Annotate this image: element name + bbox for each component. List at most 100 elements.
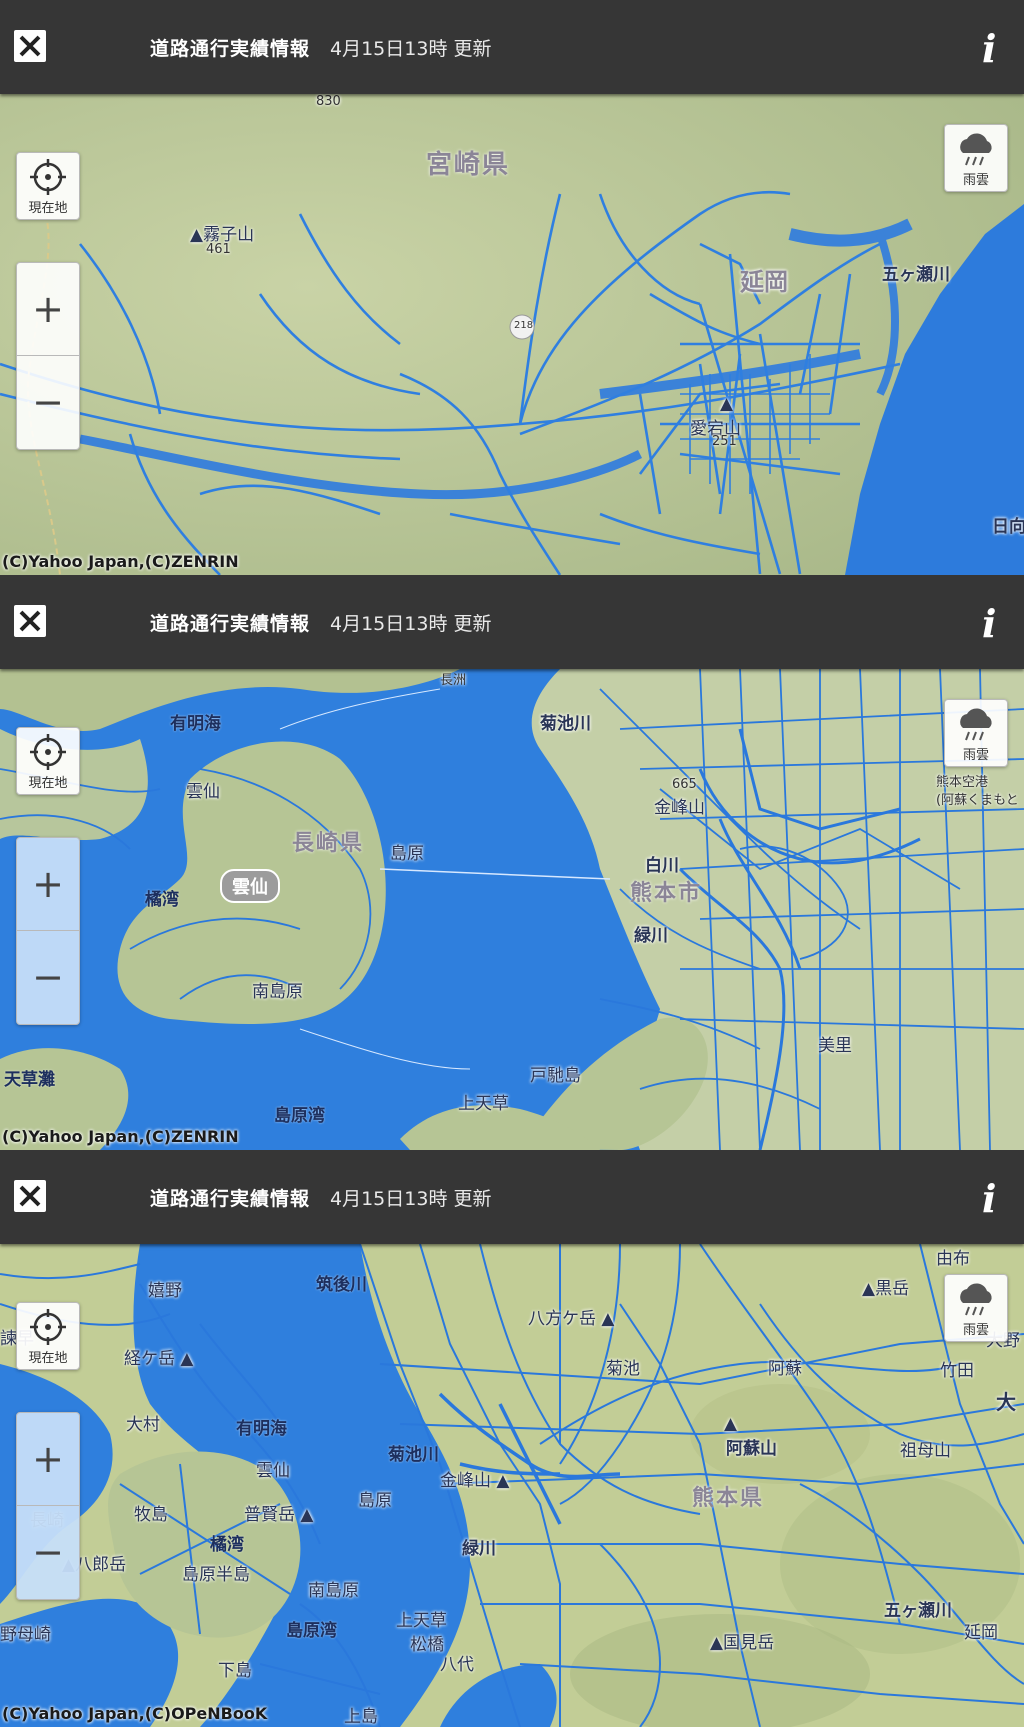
river-label: 白川 — [645, 856, 679, 876]
peak-label: 普賢岳 ▲ — [244, 1505, 314, 1525]
close-icon — [19, 610, 41, 632]
zoom-in-button[interactable]: + — [17, 263, 79, 356]
header-bar: 道路通行実績情報 4月15日13時 更新 i — [0, 575, 1024, 669]
map-panel-1: 道路通行実績情報 4月15日13時 更新 i 宮崎県 ▲霧子山 461 ▲ 愛宕… — [0, 0, 1024, 575]
airport-label: (阿蘇くまもと — [936, 793, 1019, 808]
peak-label: ▲黒岳 — [862, 1279, 910, 1299]
place-label: 南島原 — [308, 1581, 359, 1601]
place-label: 竹田 — [940, 1361, 974, 1381]
current-location-button[interactable]: 現在地 — [16, 1302, 80, 1370]
map-view[interactable]: 宮崎県 ▲霧子山 461 ▲ 愛宕山 251 五ヶ瀬川 延岡 日向 218 83… — [0, 94, 1024, 575]
place-label: 上島 — [344, 1707, 378, 1727]
close-button[interactable] — [14, 1180, 46, 1212]
place-label: 雲仙 — [186, 782, 220, 802]
sea-label: 天草灘 — [4, 1070, 55, 1090]
rain-cloud-icon — [960, 708, 992, 741]
place-label: 雲仙 — [256, 1461, 290, 1481]
rain-cloud-label: 雨雲 — [962, 1323, 989, 1338]
sea-label: 有明海 — [170, 714, 221, 734]
city-label: 熊本市 — [630, 881, 703, 906]
river-label: 五ヶ瀬川 — [882, 265, 950, 285]
place-label: 八代 — [440, 1655, 474, 1675]
peak-elevation: 251 — [712, 434, 737, 449]
sea-label: 島原湾 — [274, 1106, 325, 1126]
zoom-in-button[interactable]: + — [17, 1413, 79, 1506]
crosshair-icon — [30, 734, 66, 770]
sea-label: 島原湾 — [286, 1621, 337, 1641]
current-location-label: 現在地 — [28, 776, 68, 791]
rain-cloud-button[interactable]: 雨雲 — [944, 124, 1008, 192]
map-copyright: (C)Yahoo Japan,(C)ZENRIN — [2, 1127, 239, 1146]
map-view[interactable]: 筑後川 八方ケ岳 ▲ ▲黒岳 由布 嬉野 経ケ岳 ▲ 菊池 阿蘇 竹田 大野 諫… — [0, 1244, 1024, 1727]
river-label: 五ヶ瀬川 — [884, 1601, 952, 1621]
info-icon[interactable]: i — [982, 1176, 996, 1221]
close-button[interactable] — [14, 605, 46, 637]
place-label: 牧島 — [134, 1505, 168, 1525]
peak-label: 経ケ岳 ▲ — [124, 1349, 194, 1369]
map-panel-2: 道路通行実績情報 4月15日13時 更新 i 有明海 菊池川 長洲 雲仙 長崎県… — [0, 575, 1024, 1150]
place-label: 南島原 — [252, 982, 303, 1002]
rain-cloud-icon — [960, 1283, 992, 1316]
rain-cloud-label: 雨雲 — [962, 748, 989, 763]
sea-label: 有明海 — [236, 1419, 287, 1439]
river-label: 筑後川 — [316, 1275, 367, 1295]
place-label: 長洲 — [440, 673, 467, 688]
header-title: 道路通行実績情報 — [150, 613, 311, 635]
place-label: 島原半島 — [182, 1565, 250, 1585]
zoom-out-button[interactable]: − — [17, 356, 79, 448]
peak-elevation: 461 — [206, 242, 231, 257]
close-button[interactable] — [14, 30, 46, 62]
zoom-control: + − — [16, 837, 80, 1025]
zoom-out-button[interactable]: − — [17, 1506, 79, 1598]
pref-label: 宮崎県 — [426, 150, 511, 180]
place-label: 下島 — [218, 1661, 252, 1681]
rain-cloud-button[interactable]: 雨雲 — [944, 1274, 1008, 1342]
place-label: 上天草 — [458, 1094, 509, 1114]
place-label: 上天草 — [396, 1611, 447, 1631]
map-canvas — [0, 94, 1024, 575]
header-title: 道路通行実績情報 — [150, 1188, 311, 1210]
place-label: 延岡 — [740, 268, 788, 296]
map-panel-3: 道路通行実績情報 4月15日13時 更新 i 筑後川 八方ケ岳 ▲ ▲黒岳 由布… — [0, 1150, 1024, 1727]
river-label: 菊池川 — [540, 714, 591, 734]
zoom-control: + − — [16, 262, 80, 450]
place-label: 野母崎 — [0, 1625, 51, 1645]
current-location-button[interactable]: 現在地 — [16, 152, 80, 220]
place-label: 戸馳島 — [530, 1066, 581, 1086]
info-icon[interactable]: i — [982, 601, 996, 646]
zoom-out-button[interactable]: − — [17, 931, 79, 1023]
peak-label: 阿蘇山 — [726, 1439, 777, 1459]
crosshair-icon — [30, 1309, 66, 1345]
place-label: 由布 — [936, 1249, 970, 1269]
zoom-in-button[interactable]: + — [17, 838, 79, 931]
unzen-badge: 雲仙 — [220, 869, 280, 903]
road-number: 830 — [316, 94, 341, 109]
pref-label: 熊本県 — [692, 1486, 765, 1511]
place-label: 阿蘇 — [768, 1359, 802, 1379]
place-label: 大 — [996, 1390, 1016, 1414]
map-view[interactable]: 有明海 菊池川 長洲 雲仙 長崎県 雲仙 島原 橘湾 南島原 天草灘 島原湾 上… — [0, 669, 1024, 1150]
place-label: 島原 — [390, 844, 424, 864]
peak-label: ▲ — [724, 1414, 738, 1434]
place-label: 松橋 — [410, 1635, 444, 1655]
info-icon[interactable]: i — [982, 26, 996, 71]
peak-elevation: 665 — [672, 777, 697, 792]
place-label: 延岡 — [964, 1623, 998, 1643]
river-label: 緑川 — [462, 1539, 496, 1559]
close-icon — [19, 35, 41, 57]
header-bar: 道路通行実績情報 4月15日13時 更新 i — [0, 0, 1024, 94]
peak-label: ▲国見岳 — [710, 1633, 775, 1653]
place-label: 菊池 — [606, 1359, 640, 1379]
peak-label: 金峰山 — [654, 798, 705, 818]
peak-label: 金峰山 ▲ — [440, 1471, 510, 1491]
map-canvas — [0, 1244, 1024, 1727]
rain-cloud-button[interactable]: 雨雲 — [944, 699, 1008, 767]
header-title: 道路通行実績情報 — [150, 38, 311, 60]
sea-label: 橘湾 — [145, 890, 179, 910]
pref-label: 長崎県 — [292, 831, 365, 856]
place-label: 日向 — [992, 517, 1024, 537]
current-location-label: 現在地 — [28, 1351, 68, 1366]
place-label: 島原 — [358, 1491, 392, 1511]
crosshair-icon — [30, 159, 66, 195]
current-location-button[interactable]: 現在地 — [16, 727, 80, 795]
